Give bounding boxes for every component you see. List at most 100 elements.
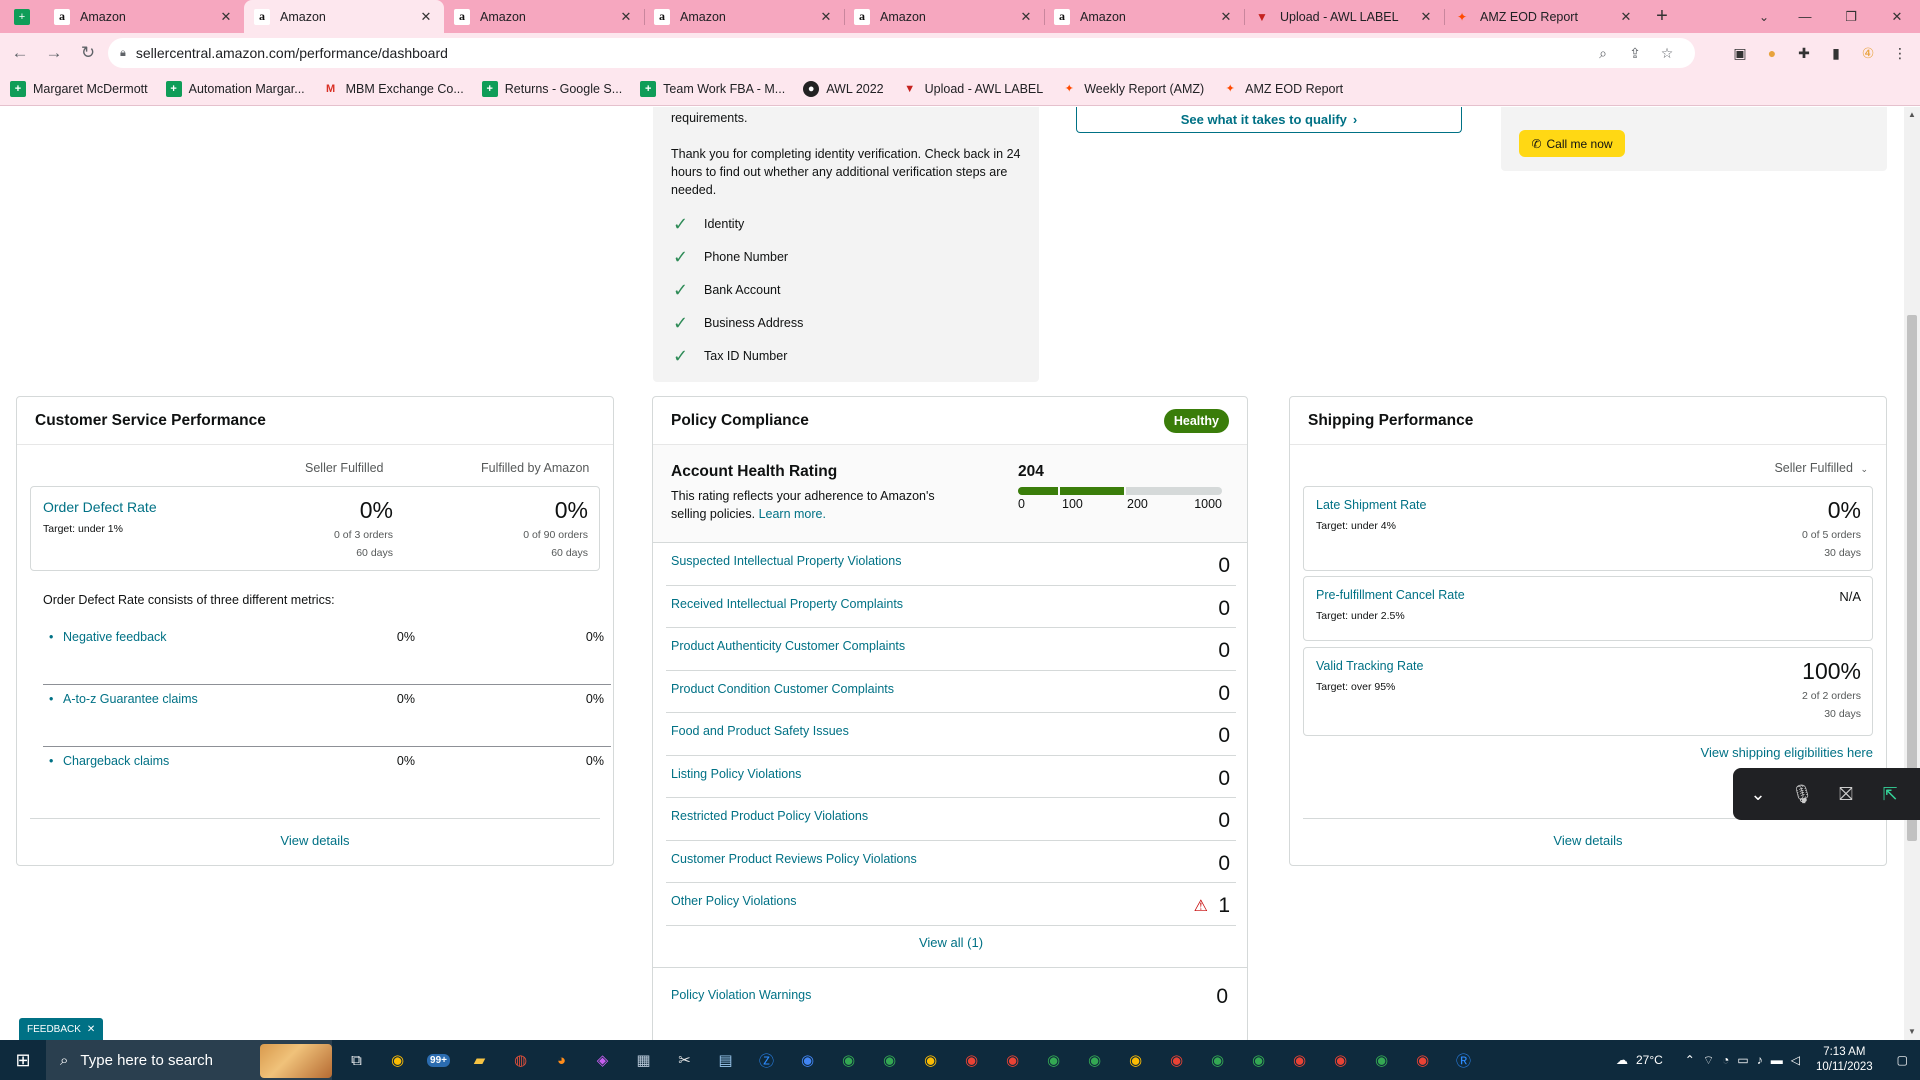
odr-metric-link[interactable]: Negative feedback [49,630,166,644]
pinned-tab-sheets[interactable]: + [0,0,44,33]
scroll-down-arrow-icon[interactable]: ▼ [1904,1024,1920,1040]
share-icon[interactable]: ⇪ [1619,45,1651,62]
profile-avatar-icon[interactable]: ④ [1852,39,1884,67]
browser-tab[interactable]: ✦ AMZ EOD Report ✕ [1444,0,1644,33]
network-icon[interactable]: ⌔ [1699,1053,1718,1068]
mail-icon[interactable]: 99+ [418,1040,459,1080]
extension-off-icon[interactable]: ▣ [1724,39,1756,67]
task-view-icon[interactable]: ⧉ [336,1040,377,1080]
side-panel-icon[interactable]: ▮ [1820,39,1852,67]
battery-icon[interactable]: ▬ [1767,1053,1787,1067]
bookmark-item[interactable]: + Automation Margar... [165,80,305,97]
policy-violation-link[interactable]: Suspected Intellectual Property Violatio… [671,554,901,568]
close-tab-icon[interactable]: ✕ [618,9,634,25]
browser-tab[interactable]: a Amazon ✕ [844,0,1044,33]
bookmark-item[interactable]: ✦ AMZ EOD Report [1222,81,1344,97]
bookmark-item[interactable]: + Returns - Google S... [481,80,622,97]
odr-metric-link[interactable]: A-to-z Guarantee claims [49,692,198,706]
browser-tab[interactable]: ▼ Upload - AWL LABEL ✕ [1244,0,1444,33]
reload-button[interactable]: ↻ [74,39,102,67]
new-tab-button[interactable]: + [1644,0,1680,33]
chrome-icon[interactable]: ◉ [1033,1040,1074,1080]
extension-color-icon[interactable]: ● [1756,39,1788,67]
chrome-icon[interactable]: ◉ [1279,1040,1320,1080]
chrome-icon[interactable]: ◉ [992,1040,1033,1080]
csp-view-details-link[interactable]: View details [30,818,600,866]
calculator-icon[interactable]: ▦ [623,1040,664,1080]
policy-violation-link[interactable]: Product Authenticity Customer Complaints [671,639,905,653]
microphone-icon[interactable]: ♪ [1753,1053,1767,1067]
tray-expand-icon[interactable]: ⌃ [1681,1053,1699,1067]
browser-tab[interactable]: a Amazon ✕ [644,0,844,33]
close-tab-icon[interactable]: ✕ [218,9,234,25]
tab-search-icon[interactable]: ⌄ [1748,0,1780,33]
forward-button[interactable]: → [40,39,68,67]
menu-kebab-icon[interactable]: ⋮ [1884,39,1916,67]
lock-icon[interactable]: 🔒︎ [120,47,126,60]
clock[interactable]: 7:13 AM 10/11/2023 [1804,1045,1885,1075]
camera-icon[interactable]: ▭ [1733,1053,1752,1067]
snip-icon[interactable]: ✂ [664,1040,705,1080]
office-icon[interactable]: ◍ [500,1040,541,1080]
shipping-metric-link[interactable]: Pre-fulfillment Cancel Rate [1316,588,1465,602]
close-tab-icon[interactable]: ✕ [818,9,834,25]
policy-violation-warnings-link[interactable]: Policy Violation Warnings [671,988,811,1002]
taskbar-search-box[interactable]: ⌕ Type here to search [46,1040,332,1080]
windows-start-icon[interactable]: ⊞ [0,1040,46,1080]
notepad-icon[interactable]: ▤ [705,1040,746,1080]
chrome-icon[interactable]: ◉ [787,1040,828,1080]
close-tab-icon[interactable]: ✕ [1418,9,1434,25]
policy-violation-link[interactable]: Product Condition Customer Complaints [671,682,894,696]
firefox-icon[interactable]: ◕ [541,1040,582,1080]
camera-off-icon[interactable]: ⛝ [1833,784,1859,805]
close-tab-icon[interactable]: ✕ [418,9,434,25]
close-tab-icon[interactable]: ✕ [1018,9,1034,25]
chrome-icon[interactable]: ◉ [910,1040,951,1080]
close-icon[interactable]: ✕ [87,1024,95,1035]
order-defect-rate-link[interactable]: Order Defect Rate [43,499,157,515]
chrome-icon[interactable]: ◉ [1361,1040,1402,1080]
policy-violation-link[interactable]: Food and Product Safety Issues [671,724,849,738]
learn-more-link[interactable]: Learn more. [759,507,826,521]
bookmark-star-icon[interactable]: ☆ [1651,45,1683,62]
see-what-it-takes-to-qualify-link[interactable]: See what it takes to qualify › [1076,107,1462,133]
chrome-icon[interactable]: ◉ [1320,1040,1361,1080]
chrome-icon[interactable]: ◉ [1074,1040,1115,1080]
browser-tab[interactable]: a Amazon ✕ [244,0,444,33]
zoom-icon[interactable]: ⌕ [1587,45,1619,62]
browser-tab[interactable]: a Amazon ✕ [44,0,244,33]
close-window-button[interactable]: ✕ [1874,0,1920,33]
browser-tab[interactable]: a Amazon ✕ [1044,0,1244,33]
back-button[interactable]: ← [6,39,34,67]
file-explorer-icon[interactable]: ▰ [459,1040,500,1080]
page-scrollbar[interactable]: ▲ ▼ [1904,107,1920,1040]
close-tab-icon[interactable]: ✕ [1218,9,1234,25]
chrome-icon[interactable]: ◉ [1238,1040,1279,1080]
url-text[interactable]: sellercentral.amazon.com/performance/das… [136,45,1587,61]
view-all-link[interactable]: View all (1) [666,925,1236,967]
bookmark-item[interactable]: + Team Work FBA - M... [640,80,785,97]
weather-icon[interactable]: ☁ [1612,1053,1632,1067]
odr-metric-link[interactable]: Chargeback claims [49,754,169,768]
chrome-icon[interactable]: ◉ [1156,1040,1197,1080]
extensions-puzzle-icon[interactable]: ✚ [1788,39,1820,67]
bookmark-item[interactable]: M MBM Exchange Co... [323,81,464,97]
scrollbar-thumb[interactable] [1907,315,1917,841]
policy-violation-link[interactable]: Listing Policy Violations [671,767,801,781]
restore-button[interactable]: ❐ [1828,0,1874,33]
muted-microphone-icon[interactable]: 🎙︎ [1789,784,1815,805]
view-shipping-eligibilities-link[interactable]: View shipping eligibilities here [1701,745,1873,760]
wifi-icon[interactable]: ◔ [1718,1053,1733,1067]
policy-violation-link[interactable]: Received Intellectual Property Complaint… [671,597,903,611]
close-tab-icon[interactable]: ✕ [1618,9,1634,25]
weather-temperature[interactable]: 27°C [1632,1053,1667,1067]
bookmark-item[interactable]: ▼ Upload - AWL LABEL [902,81,1043,97]
chrome-icon[interactable]: ◉ [1197,1040,1238,1080]
bookmark-item[interactable]: ● AWL 2022 [803,80,884,97]
browser-tab[interactable]: a Amazon ✕ [444,0,644,33]
policy-violation-link[interactable]: Other Policy Violations [671,894,797,908]
feedback-tab[interactable]: FEEDBACK ✕ [19,1018,104,1040]
shipping-metric-link[interactable]: Valid Tracking Rate [1316,659,1423,673]
share-screen-icon[interactable]: ⇱ [1877,784,1903,805]
call-me-now-button[interactable]: ✆ Call me now [1519,130,1625,157]
